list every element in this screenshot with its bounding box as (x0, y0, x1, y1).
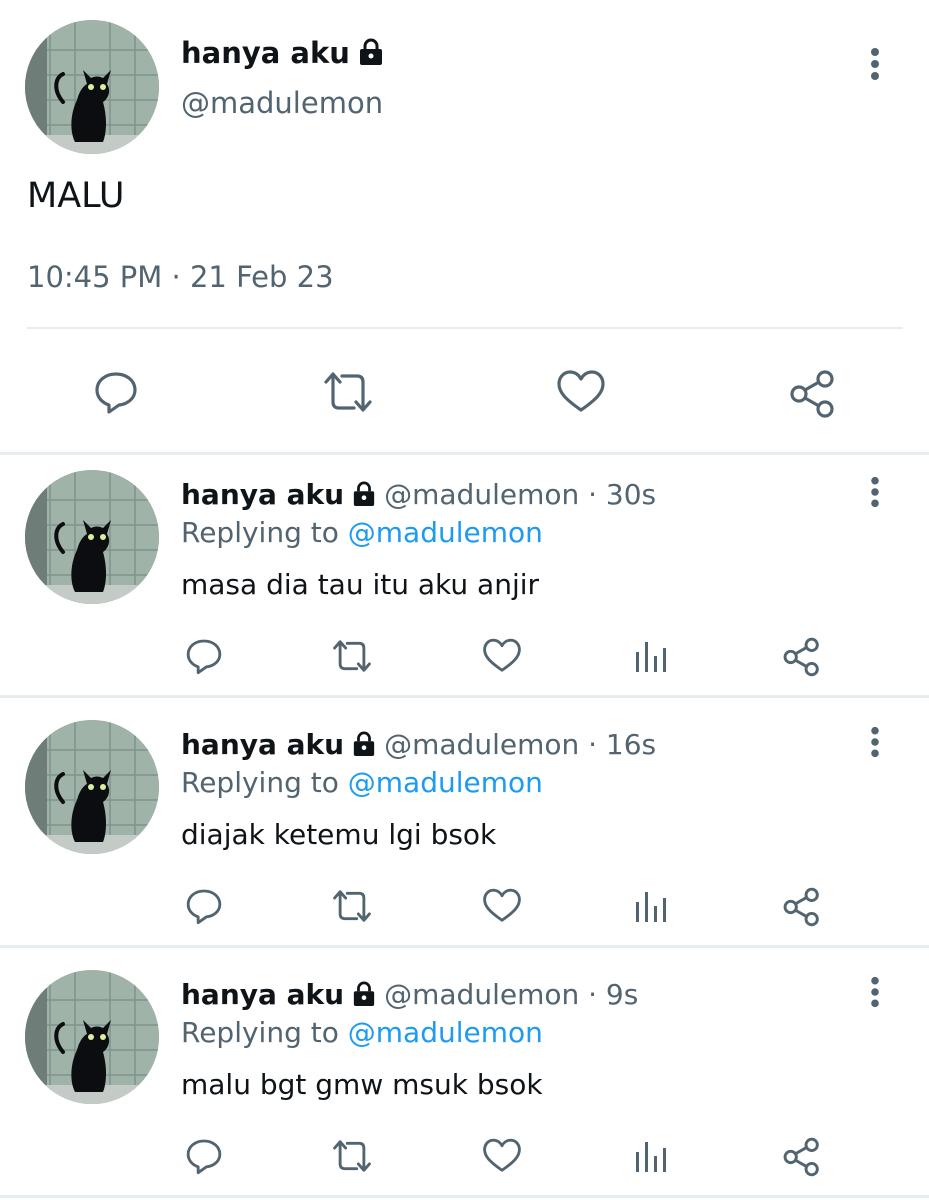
avatar[interactable] (25, 470, 159, 604)
like-icon (483, 888, 521, 922)
analytics-icon (636, 892, 666, 922)
retweet-icon (333, 890, 371, 922)
like-button[interactable] (555, 368, 607, 416)
share-button[interactable] (781, 886, 823, 928)
retweet-button[interactable] (318, 368, 378, 416)
like-icon (483, 1138, 521, 1172)
more-options-button[interactable] (855, 722, 895, 762)
reply-icon (95, 372, 137, 414)
replying-to: Replying to @madulemon (181, 1016, 543, 1049)
display-name[interactable]: hanya aku (181, 728, 344, 761)
divider (0, 1195, 929, 1198)
reply-button[interactable] (184, 886, 224, 926)
more-options-button[interactable] (855, 44, 895, 84)
more-vertical-icon (871, 476, 879, 508)
more-options-button[interactable] (855, 472, 895, 512)
like-button[interactable] (481, 637, 523, 675)
retweet-icon (333, 1140, 371, 1172)
handle-and-time[interactable]: @madulemon · 30s (384, 478, 656, 511)
handle-and-time[interactable]: @madulemon · 16s (384, 728, 656, 761)
display-name[interactable]: hanya aku (181, 478, 344, 511)
lock-icon (352, 731, 376, 757)
share-icon (783, 1137, 819, 1177)
reply-icon (186, 1139, 222, 1175)
reply-header: hanya aku @madulemon · 9s (181, 978, 638, 1011)
avatar[interactable] (25, 720, 159, 854)
share-icon (783, 887, 819, 927)
tweet-timestamp[interactable]: 10:45 PM · 21 Feb 23 (27, 260, 334, 294)
share-button[interactable] (781, 636, 823, 678)
share-icon (783, 637, 819, 677)
tweet-text: diajak ketemu lgi bsok (181, 818, 497, 851)
mention-link[interactable]: @madulemon (348, 1016, 543, 1049)
more-options-button[interactable] (855, 972, 895, 1012)
like-button[interactable] (481, 887, 523, 925)
divider (0, 945, 929, 948)
like-icon (557, 370, 605, 412)
avatar[interactable] (25, 20, 159, 154)
more-vertical-icon (871, 48, 879, 80)
tweet-text: MALU (27, 176, 125, 216)
reply-header: hanya aku @madulemon · 30s (181, 478, 656, 511)
handle[interactable]: @madulemon (181, 86, 383, 120)
mention-link[interactable]: @madulemon (348, 766, 543, 799)
retweet-button[interactable] (328, 887, 376, 925)
analytics-button[interactable] (634, 1138, 670, 1174)
retweet-icon (324, 372, 372, 412)
reply-header: hanya aku @madulemon · 16s (181, 728, 656, 761)
tweet-text: malu bgt gmw msuk bsok (181, 1068, 543, 1101)
reply-icon (186, 639, 222, 675)
divider (0, 452, 929, 455)
retweet-button[interactable] (328, 1137, 376, 1175)
divider (27, 327, 903, 329)
analytics-icon (636, 1142, 666, 1172)
retweet-icon (333, 640, 371, 672)
reply-button[interactable] (184, 1136, 224, 1176)
analytics-button[interactable] (634, 888, 670, 924)
replying-to: Replying to @madulemon (181, 516, 543, 549)
lock-icon (358, 38, 384, 66)
display-name[interactable]: hanya aku (181, 36, 384, 70)
display-name[interactable]: hanya aku (181, 978, 344, 1011)
avatar[interactable] (25, 970, 159, 1104)
handle-and-time[interactable]: @madulemon · 9s (384, 978, 638, 1011)
lock-icon (352, 981, 376, 1007)
like-button[interactable] (481, 1137, 523, 1175)
share-icon (790, 370, 834, 418)
share-button[interactable] (781, 1136, 823, 1178)
retweet-button[interactable] (328, 637, 376, 675)
replying-to: Replying to @madulemon (181, 766, 543, 799)
more-vertical-icon (871, 726, 879, 758)
divider (0, 695, 929, 698)
reply-icon (186, 889, 222, 925)
analytics-icon (636, 642, 666, 672)
lock-icon (352, 481, 376, 507)
analytics-button[interactable] (634, 638, 670, 674)
more-vertical-icon (871, 976, 879, 1008)
reply-button[interactable] (184, 636, 224, 676)
tweet-text: masa dia tau itu aku anjir (181, 568, 540, 601)
share-button[interactable] (787, 368, 839, 420)
like-icon (483, 638, 521, 672)
mention-link[interactable]: @madulemon (348, 516, 543, 549)
reply-button[interactable] (92, 368, 140, 416)
